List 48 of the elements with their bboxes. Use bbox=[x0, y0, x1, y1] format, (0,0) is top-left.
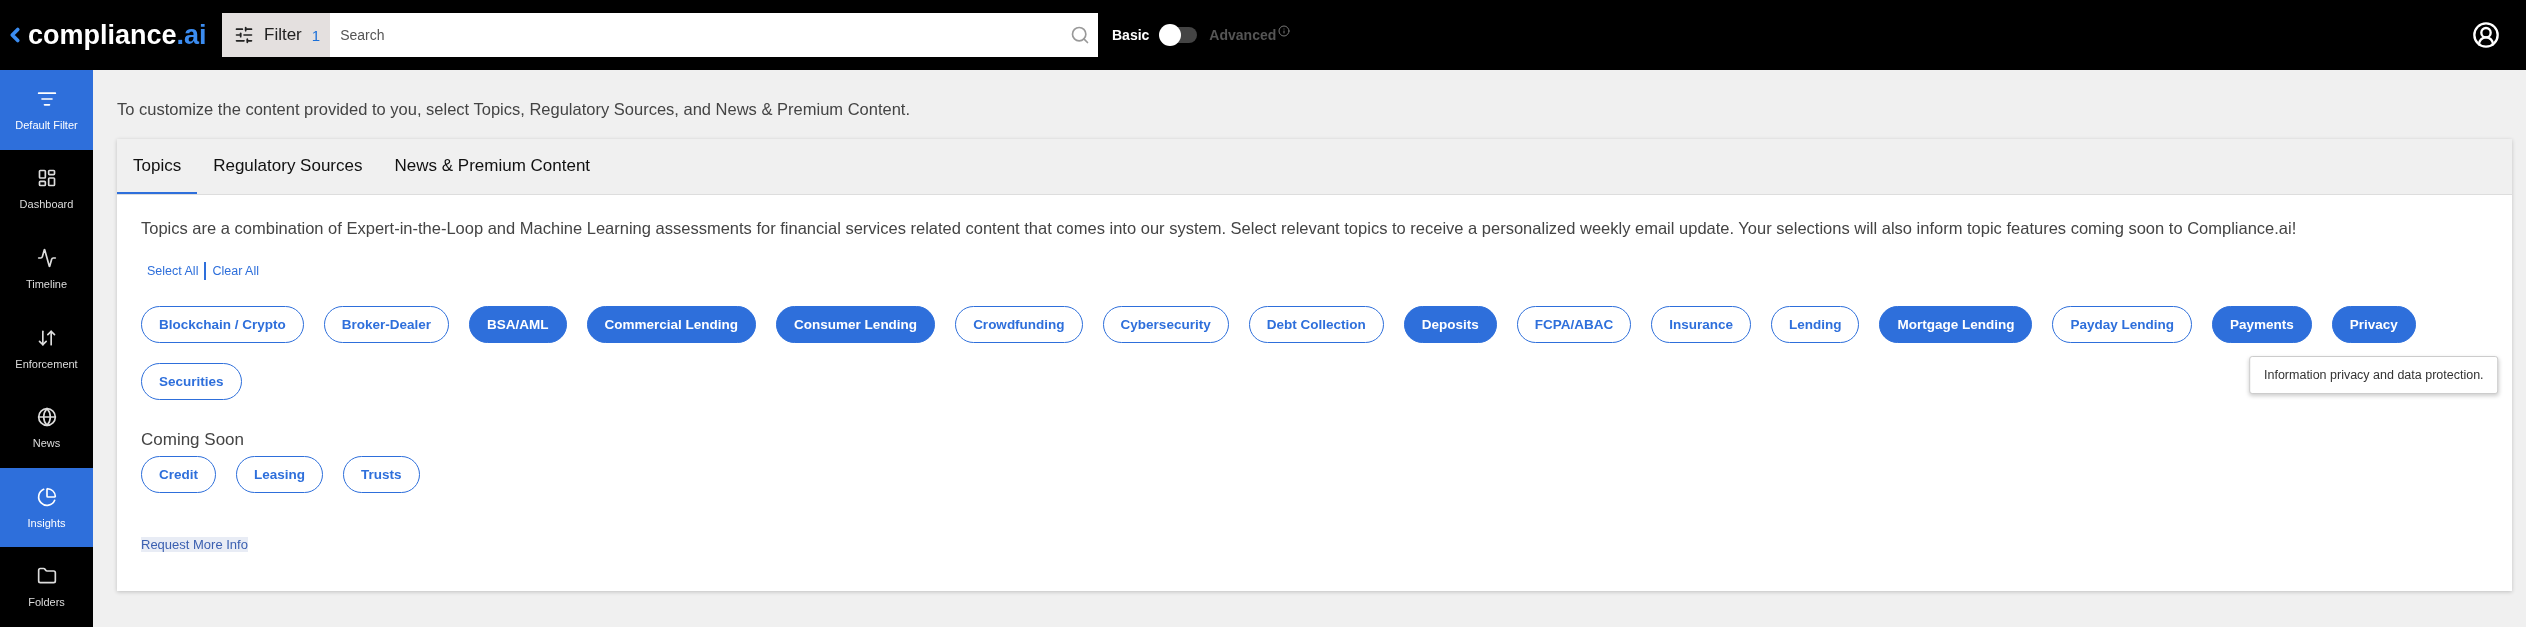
topic-chip[interactable]: Insurance bbox=[1651, 306, 1751, 343]
globe-icon bbox=[36, 407, 57, 428]
mode-switch[interactable] bbox=[1161, 27, 1198, 43]
topic-chip[interactable]: Leasing bbox=[236, 456, 324, 493]
topic-chip[interactable]: Cybersecurity bbox=[1102, 306, 1229, 343]
user-avatar-icon[interactable] bbox=[2472, 21, 2500, 49]
tooltip: Information privacy and data protection. bbox=[2249, 356, 2499, 394]
topic-chip[interactable]: Lending bbox=[1770, 306, 1860, 343]
topic-chip[interactable]: Payments bbox=[2212, 306, 2312, 343]
sidebar-item[interactable]: Default Filter bbox=[0, 70, 93, 150]
topic-chip[interactable]: Payday Lending bbox=[2052, 306, 2192, 343]
search-field[interactable]: Filter 1 Search bbox=[222, 13, 1098, 57]
topic-chip[interactable]: Deposits bbox=[1403, 306, 1497, 343]
topic-chip[interactable]: Securities bbox=[141, 363, 242, 400]
sliders-icon bbox=[234, 25, 254, 45]
topic-chip[interactable]: Broker-Dealer bbox=[323, 306, 450, 343]
topic-chip[interactable]: Trusts bbox=[343, 456, 420, 493]
topic-chip[interactable]: Privacy bbox=[2331, 306, 2416, 343]
info-icon[interactable] bbox=[1278, 25, 1291, 37]
pie-chart-icon bbox=[36, 486, 57, 507]
link[interactable]: Select All bbox=[147, 264, 199, 278]
section-heading: Coming Soon bbox=[141, 430, 245, 450]
topic-chip[interactable]: Crowdfunding bbox=[955, 306, 1083, 343]
description-text: Topics are a combination of Expert-in-the-Loop and Machine Learning assessments for financial services related content that comes into our system. Select relevant topics to receive a personalized weekly email update. Your selections will also inform topic features coming soon to Compliance.ai! bbox=[141, 219, 2298, 238]
line-chart-icon bbox=[36, 247, 57, 268]
filter-button[interactable]: Filter 1 bbox=[222, 13, 331, 57]
tab[interactable]: Regulatory Sources bbox=[197, 139, 379, 194]
filter-count: 1 bbox=[311, 26, 321, 44]
request-info-link[interactable]: Request More Info bbox=[141, 537, 248, 552]
topic-chip[interactable]: Blockchain / Crypto bbox=[141, 306, 304, 343]
logo[interactable]: compliance.ai bbox=[0, 19, 222, 51]
topic-chip[interactable]: Commercial Lending bbox=[586, 306, 757, 343]
tab[interactable]: Topics bbox=[117, 139, 198, 194]
intro-text: To customize the content provided to you, select Topics, Regulatory Sources, and News & Premium Content. bbox=[117, 100, 911, 119]
topic-chip[interactable]: FCPA/ABAC bbox=[1516, 306, 1632, 343]
grid-icon bbox=[36, 168, 57, 189]
topic-chip[interactable]: Mortgage Lending bbox=[1879, 306, 2033, 343]
sidebar-item[interactable]: Insights bbox=[0, 467, 93, 548]
topic-chip[interactable]: BSA/AML bbox=[469, 306, 567, 343]
link[interactable]: Clear All bbox=[212, 264, 259, 278]
toggle-label: Advanced bbox=[1209, 27, 1277, 43]
topic-chip[interactable]: Consumer Lending bbox=[776, 306, 936, 343]
topic-chip[interactable]: Credit bbox=[141, 456, 216, 493]
tab[interactable]: News & Premium Content bbox=[378, 139, 607, 194]
folder-icon bbox=[36, 566, 57, 587]
topic-chip[interactable]: Debt Collection bbox=[1248, 306, 1384, 343]
search-icon bbox=[1070, 25, 1090, 45]
toggle-label: Basic bbox=[1112, 27, 1150, 43]
